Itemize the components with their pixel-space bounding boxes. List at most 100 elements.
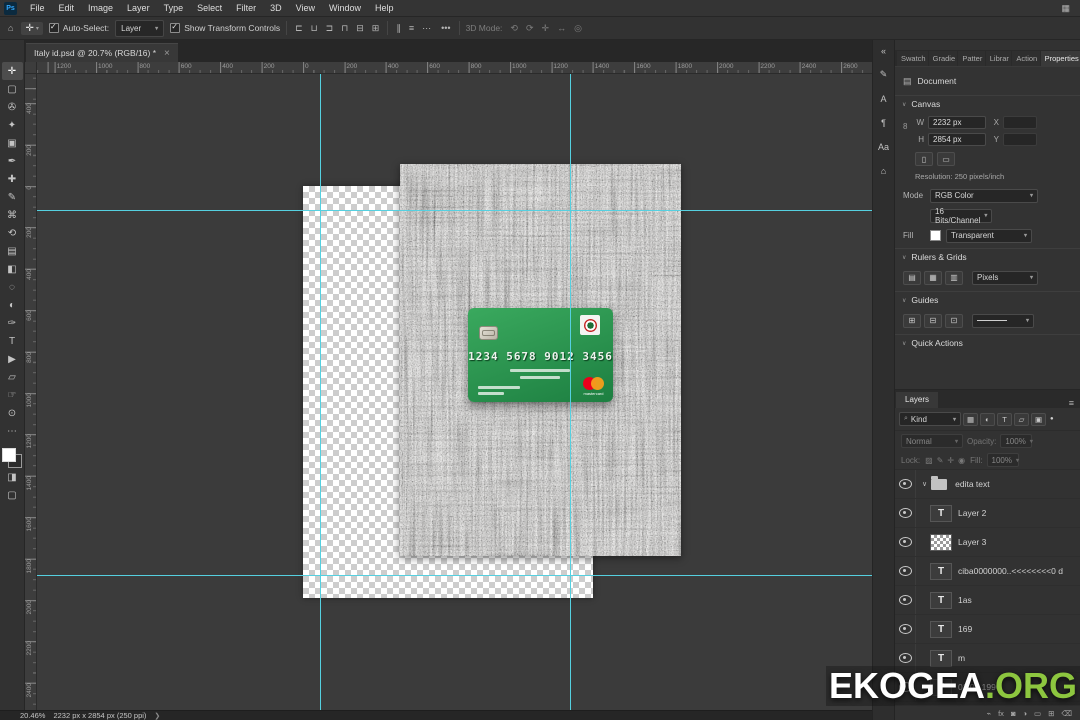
zoom-level[interactable]: 20.46% xyxy=(20,711,45,720)
menu-layer[interactable]: Layer xyxy=(120,0,157,16)
current-tool-icon[interactable]: ✛ ▾ xyxy=(21,21,43,35)
distribute-icon-1[interactable]: ≡ xyxy=(407,23,416,34)
visibility-toggle[interactable] xyxy=(895,557,916,585)
tab-layers[interactable]: Layers xyxy=(896,392,939,408)
tab-action[interactable]: Action xyxy=(1012,51,1040,66)
align-icon-0[interactable]: ⊏ xyxy=(293,23,305,34)
collapse-panels-icon[interactable]: « xyxy=(875,44,893,57)
opacity-field[interactable]: 100% ▾ xyxy=(1000,434,1033,448)
lasso-tool[interactable]: ✇ xyxy=(2,98,23,116)
rulers-grids-icon-2[interactable]: ▥ xyxy=(945,270,963,285)
mode-dropdown[interactable]: RGB Color ▾ xyxy=(930,188,1038,203)
menu-help[interactable]: Help xyxy=(368,0,401,16)
menu-edit[interactable]: Edit xyxy=(52,0,82,16)
paragraph-panel-icon[interactable]: ¶ xyxy=(875,116,893,129)
clone-stamp-tool[interactable]: ⌘ xyxy=(2,206,23,224)
visibility-toggle[interactable] xyxy=(895,528,916,556)
rulers-grids-section-header[interactable]: ∨ Rulers & Grids xyxy=(895,248,1080,265)
menu-view[interactable]: View xyxy=(289,0,322,16)
glyphs-panel-icon[interactable]: Aa xyxy=(875,140,893,153)
guides-section-header[interactable]: ∨ Guides xyxy=(895,291,1080,308)
foreground-color-swatch[interactable] xyxy=(2,448,16,462)
layers-bottom-icon-6[interactable]: ⌫ xyxy=(1061,709,1072,718)
rulers-grids-icon-1[interactable]: ▦ xyxy=(924,270,942,285)
orientation-icon-0[interactable]: ▯ xyxy=(915,152,933,166)
path-selection-tool[interactable]: ▶ xyxy=(2,350,23,368)
layers-bottom-icon-0[interactable]: ⌁ xyxy=(987,709,992,718)
guides-icon-2[interactable]: ⊡ xyxy=(945,313,963,328)
more-options-icon[interactable]: ••• xyxy=(439,23,452,33)
distribute-icon-2[interactable]: ⋯ xyxy=(420,23,433,34)
3d-mode-icon-2[interactable]: ✛ xyxy=(540,23,552,34)
zoom-tool[interactable]: ⊙ xyxy=(2,404,23,422)
link-dimensions-icon[interactable]: 8 xyxy=(903,122,907,131)
show-transform-checkbox[interactable]: Show Transform Controls xyxy=(170,22,280,33)
guide-vertical[interactable] xyxy=(570,74,571,710)
move-tool[interactable]: ✛ xyxy=(1,62,23,80)
tab-patter[interactable]: Patter xyxy=(958,51,985,66)
tab-librar[interactable]: Librar xyxy=(985,51,1012,66)
menu-window[interactable]: Window xyxy=(322,0,368,16)
menu-type[interactable]: Type xyxy=(157,0,191,16)
fill-dropdown[interactable]: Transparent ▾ xyxy=(946,228,1032,243)
gradient-tool[interactable]: ◧ xyxy=(2,260,23,278)
menu-filter[interactable]: Filter xyxy=(229,0,263,16)
height-field[interactable]: 2854 px xyxy=(928,133,986,146)
layer-row[interactable]: T 1as xyxy=(895,586,1080,615)
guide-style-dropdown[interactable]: ▾ xyxy=(972,313,1034,328)
foreground-background-swatches[interactable] xyxy=(2,448,22,468)
lock-icon-0[interactable]: ▨ xyxy=(924,456,934,465)
auto-select-target-dropdown[interactable]: Layer ▾ xyxy=(115,19,165,37)
dodge-tool[interactable]: ◐ xyxy=(2,296,23,314)
eraser-tool[interactable]: ▤ xyxy=(2,242,23,260)
align-icon-2[interactable]: ⊐ xyxy=(324,23,336,34)
marquee-tool[interactable]: ▢ xyxy=(2,80,23,98)
status-caret-icon[interactable]: ❯ xyxy=(154,712,160,720)
quick-selection-tool[interactable]: ✦ xyxy=(2,116,23,134)
canvas-section-header[interactable]: ∨ Canvas xyxy=(895,95,1080,112)
visibility-toggle[interactable] xyxy=(895,499,916,527)
eyedropper-tool[interactable]: ✒ xyxy=(2,152,23,170)
filter-toggle-icon[interactable]: ● xyxy=(1050,416,1054,422)
layer-row[interactable]: T Layer 2 xyxy=(895,499,1080,528)
layers-bottom-icon-3[interactable]: ◑ xyxy=(1022,709,1027,718)
filter-type-icon-0[interactable]: ▦ xyxy=(963,412,978,426)
close-tab-icon[interactable]: × xyxy=(164,48,170,59)
guides-icon-1[interactable]: ⊟ xyxy=(924,313,942,328)
edit-toolbar[interactable]: ⋯ xyxy=(2,422,23,440)
layers-bottom-icon-2[interactable]: ◙ xyxy=(1011,709,1016,718)
checkbox-icon[interactable] xyxy=(170,22,181,33)
visibility-toggle[interactable] xyxy=(895,586,916,614)
bit-depth-dropdown[interactable]: 16 Bits/Channel ▾ xyxy=(930,207,993,225)
filter-type-icon-3[interactable]: ▱ xyxy=(1014,412,1029,426)
visibility-toggle[interactable] xyxy=(895,470,916,498)
lock-icon-1[interactable]: ✎ xyxy=(936,456,945,465)
libraries-panel-icon[interactable]: ⌂ xyxy=(875,164,893,177)
menu-file[interactable]: File xyxy=(23,0,52,16)
menu-3d[interactable]: 3D xyxy=(263,0,289,16)
group-disclosure-icon[interactable]: ∨ xyxy=(922,480,927,488)
document-tab[interactable]: Italy id.psd @ 20.7% (RGB/16) * × xyxy=(26,43,178,62)
align-icon-5[interactable]: ⊞ xyxy=(370,23,382,34)
3d-mode-icon-0[interactable]: ⟲ xyxy=(508,23,520,34)
width-field[interactable]: 2232 px xyxy=(928,116,986,129)
checkbox-icon[interactable] xyxy=(48,22,59,33)
guide-horizontal[interactable] xyxy=(37,575,872,576)
layer-row[interactable]: Layer 3 xyxy=(895,528,1080,557)
layer-row[interactable]: T 169 xyxy=(895,615,1080,644)
tab-properties[interactable]: Properties xyxy=(1040,51,1080,66)
menu-image[interactable]: Image xyxy=(81,0,120,16)
healing-brush-tool[interactable]: ✚ xyxy=(2,170,23,188)
3d-mode-icon-1[interactable]: ⟳ xyxy=(524,23,536,34)
units-dropdown[interactable]: Pixels ▾ xyxy=(972,270,1038,285)
filter-kind-dropdown[interactable]: ⌕ Kind ▾ xyxy=(899,412,961,426)
history-brush-tool[interactable]: ⟲ xyxy=(2,224,23,242)
quick-actions-section-header[interactable]: ∨ Quick Actions xyxy=(895,334,1080,351)
layers-bottom-icon-4[interactable]: ▭ xyxy=(1034,709,1041,718)
fill-swatch[interactable] xyxy=(930,230,941,241)
filter-type-icon-2[interactable]: T xyxy=(997,412,1012,426)
auto-select-checkbox[interactable]: Auto-Select: xyxy=(48,22,109,33)
canvas-viewport[interactable]: 1234 5678 9012 3456 mastercard xyxy=(37,74,872,710)
visibility-toggle[interactable] xyxy=(895,615,916,643)
layer-row[interactable]: ∨ edita text xyxy=(895,470,1080,499)
